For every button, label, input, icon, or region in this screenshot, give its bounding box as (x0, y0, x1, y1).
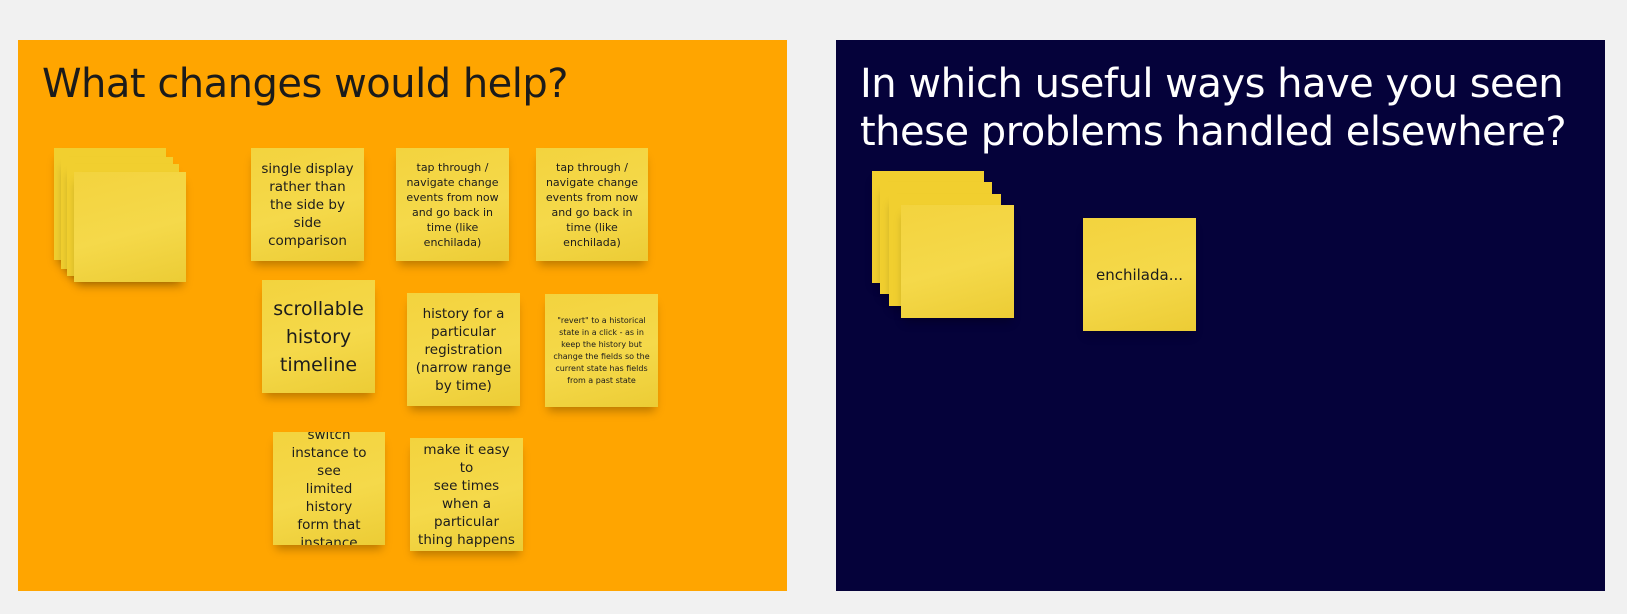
sticky-note[interactable]: tap through / navigate change events fro… (536, 148, 648, 261)
frame-title: In which useful ways have you seen these… (860, 61, 1567, 155)
sticky-note-stack[interactable] (872, 171, 1020, 323)
sticky-note[interactable] (901, 205, 1014, 318)
frame-title: What changes would help? (42, 61, 569, 107)
sticky-note[interactable]: single display rather than the side by s… (251, 148, 364, 261)
sticky-note[interactable]: make it easy to see times when a particu… (410, 438, 523, 551)
frame-seen-elsewhere[interactable]: In which useful ways have you seen these… (836, 40, 1605, 591)
sticky-note[interactable]: history for a particular registration (n… (407, 293, 520, 406)
sticky-note[interactable] (74, 172, 186, 282)
sticky-note[interactable]: switch instance to see limited history f… (273, 432, 385, 545)
sticky-note-stack[interactable] (54, 148, 186, 282)
sticky-note[interactable]: enchilada... (1083, 218, 1196, 331)
sticky-note[interactable]: tap through / navigate change events fro… (396, 148, 509, 261)
sticky-note[interactable]: "revert" to a historical state in a clic… (545, 294, 658, 407)
sticky-note[interactable]: scrollable history timeline (262, 280, 375, 393)
frame-what-changes[interactable]: What changes would help? single display … (18, 40, 787, 591)
